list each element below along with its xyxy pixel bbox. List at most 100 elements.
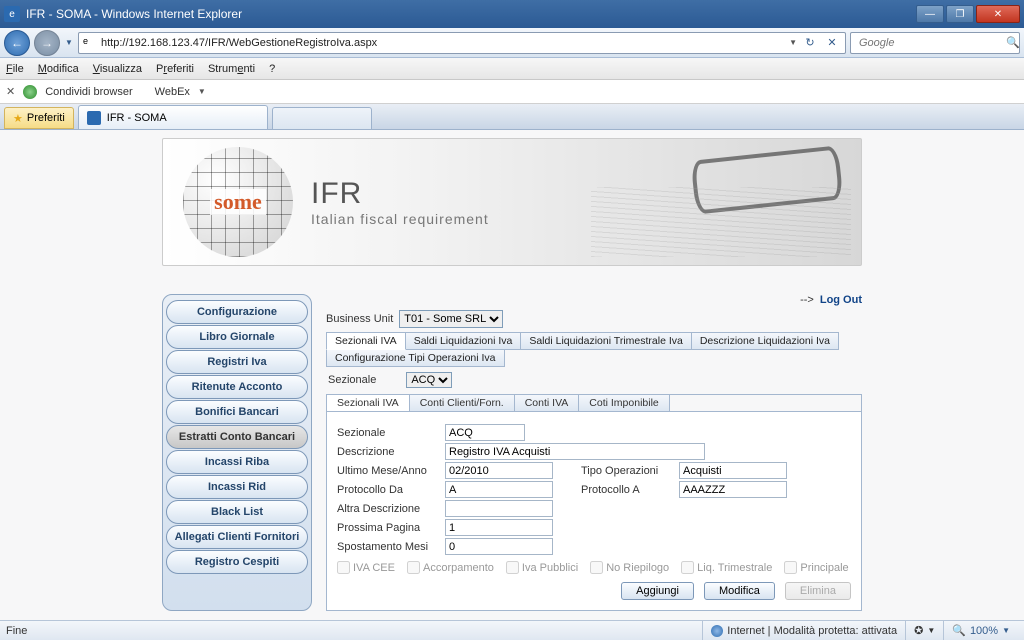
check-iva-cee[interactable]: IVA CEE: [337, 561, 395, 574]
tab-saldi-liquidazioni-trimestrale-iva[interactable]: Saldi Liquidazioni Trimestrale Iva: [520, 332, 692, 350]
status-left-text: Fine: [6, 625, 27, 637]
sidebar-item-incassi-rid[interactable]: Incassi Rid: [166, 475, 308, 499]
maximize-button[interactable]: ❐: [946, 5, 974, 23]
menu-visualizza[interactable]: Visualizza: [93, 63, 142, 75]
app-title: IFR: [311, 177, 489, 211]
tab-configurazione-tipi-operazioni-iva[interactable]: Configurazione Tipi Operazioni Iva: [326, 349, 505, 367]
protocollo-da-label: Protocollo Da: [337, 484, 445, 496]
share-label[interactable]: Condividi browser: [45, 86, 132, 98]
status-zoom[interactable]: 🔍 100% ▼: [943, 621, 1018, 640]
forward-button[interactable]: →: [34, 30, 60, 56]
menu-bar: FFileile Modifica Visualizza Preferiti S…: [0, 58, 1024, 80]
spostamento-mesi-label: Spostamento Mesi: [337, 541, 445, 553]
menu-file[interactable]: FFileile: [6, 63, 24, 75]
sidebar-item-incassi-riba[interactable]: Incassi Riba: [166, 450, 308, 474]
aggiungi-button[interactable]: Aggiungi: [621, 582, 694, 600]
new-tab-button[interactable]: [272, 107, 372, 129]
protocollo-da-input[interactable]: [445, 481, 553, 498]
menu-preferiti[interactable]: Preferiti: [156, 63, 194, 75]
ie-icon: e: [4, 6, 20, 22]
minimize-button[interactable]: —: [916, 5, 944, 23]
sidebar-item-registri-iva[interactable]: Registri Iva: [166, 350, 308, 374]
tab-descrizione-liquidazioni-iva[interactable]: Descrizione Liquidazioni Iva: [691, 332, 839, 350]
subtab-conti-iva[interactable]: Conti IVA: [515, 395, 580, 411]
spostamento-mesi-input[interactable]: [445, 538, 553, 555]
main-tabbar: Sezionali IVA Saldi Liquidazioni Iva Sal…: [326, 332, 862, 366]
check-principale[interactable]: Principale: [784, 561, 848, 574]
check-accorpamento[interactable]: Accorpamento: [407, 561, 494, 574]
sidebar-item-allegati-clienti-fornitori[interactable]: Allegati Clienti Fornitori: [166, 525, 308, 549]
refresh-icon[interactable]: ↻: [801, 36, 819, 49]
url-dropdown-icon[interactable]: ▼: [789, 38, 797, 47]
page-viewport: some IFR Italian fiscal requirement Conf…: [0, 130, 1024, 620]
menu-help[interactable]: ?: [269, 63, 275, 75]
search-box[interactable]: 🔍: [850, 32, 1020, 54]
sidebar-item-registro-cespiti[interactable]: Registro Cespiti: [166, 550, 308, 574]
check-no-riepilogo[interactable]: No Riepilogo: [590, 561, 669, 574]
nav-history-dropdown[interactable]: ▼: [64, 33, 74, 53]
page-favicon: e: [83, 36, 97, 50]
sezionale-filter-select[interactable]: ACQ: [406, 372, 452, 388]
sidebar-item-libro-giornale[interactable]: Libro Giornale: [166, 325, 308, 349]
protected-mode-off-icon: ✪: [914, 624, 923, 637]
address-bar[interactable]: e ▼ ↻ ✕: [78, 32, 846, 54]
close-button[interactable]: ✕: [976, 5, 1020, 23]
logout-arrow: -->: [800, 294, 814, 306]
brand-globe-icon: some: [183, 147, 293, 257]
protocollo-a-input[interactable]: [679, 481, 787, 498]
descrizione-label: Descrizione: [337, 446, 445, 458]
sidebar-item-estratti-conto-bancari[interactable]: Estratti Conto Bancari: [166, 425, 308, 449]
tipo-operazioni-label: Tipo Operazioni: [581, 465, 679, 477]
star-icon: ★: [13, 112, 23, 125]
check-iva-pubblici[interactable]: Iva Pubblici: [506, 561, 578, 574]
altra-descrizione-input[interactable]: [445, 500, 553, 517]
subtab-conti-clienti-forn[interactable]: Conti Clienti/Forn.: [410, 395, 515, 411]
ultimo-mese-anno-input[interactable]: [445, 462, 553, 479]
window-title: IFR - SOMA - Windows Internet Explorer: [26, 7, 916, 21]
favorites-button[interactable]: ★ Preferiti: [4, 107, 74, 129]
internet-zone-icon: [711, 625, 723, 637]
modifica-button[interactable]: Modifica: [704, 582, 775, 600]
share-app-dropdown-icon[interactable]: ▼: [198, 87, 206, 96]
business-unit-select[interactable]: T01 - Some SRL: [399, 310, 503, 328]
stop-icon[interactable]: ✕: [823, 36, 841, 49]
elimina-button: Elimina: [785, 582, 851, 600]
menu-modifica[interactable]: Modifica: [38, 63, 79, 75]
prossima-pagina-label: Prossima Pagina: [337, 522, 445, 534]
tab-sezionali-iva[interactable]: Sezionali IVA: [326, 332, 406, 350]
prossima-pagina-input[interactable]: [445, 519, 553, 536]
status-protected-mode-toggle[interactable]: ✪ ▼: [905, 621, 943, 640]
sezionale-label: Sezionale: [337, 427, 445, 439]
zoom-value: 100%: [970, 625, 998, 637]
status-zone[interactable]: Internet | Modalità protetta: attivata: [702, 621, 905, 640]
subtab-coti-imponibile[interactable]: Coti Imponibile: [579, 395, 669, 411]
search-go-icon[interactable]: 🔍: [1006, 36, 1020, 49]
protocollo-a-label: Protocollo A: [581, 484, 679, 496]
sidebar-item-black-list[interactable]: Black List: [166, 500, 308, 524]
brand-name: some: [210, 189, 266, 215]
descrizione-input[interactable]: [445, 443, 705, 460]
page-tab[interactable]: IFR - SOMA: [78, 105, 268, 129]
tab-saldi-liquidazioni-iva[interactable]: Saldi Liquidazioni Iva: [405, 332, 522, 350]
banner-decoration: [591, 147, 851, 257]
sidebar-item-configurazione[interactable]: Configurazione: [166, 300, 308, 324]
app-banner: some IFR Italian fiscal requirement: [162, 138, 862, 266]
webex-sharebar: ✕ Condividi browser WebEx ▼: [0, 80, 1024, 104]
sidebar-item-ritenute-acconto[interactable]: Ritenute Acconto: [166, 375, 308, 399]
altra-descrizione-label: Altra Descrizione: [337, 503, 445, 515]
sezionale-input[interactable]: [445, 424, 525, 441]
share-globe-icon: [23, 85, 37, 99]
sharebar-close-icon[interactable]: ✕: [6, 85, 15, 98]
url-input[interactable]: [101, 37, 785, 49]
content-panel: --> Log Out Business Unit T01 - Some SRL…: [326, 294, 862, 611]
back-button[interactable]: ←: [4, 30, 30, 56]
sidebar-item-bonifici-bancari[interactable]: Bonifici Bancari: [166, 400, 308, 424]
check-liq-trimestrale[interactable]: Liq. Trimestrale: [681, 561, 772, 574]
share-app-label[interactable]: WebEx: [155, 86, 190, 98]
menu-strumenti[interactable]: Strumenti: [208, 63, 255, 75]
subtab-sezionali-iva[interactable]: Sezionali IVA: [327, 395, 410, 411]
app-subtitle: Italian fiscal requirement: [311, 211, 489, 227]
logout-link[interactable]: Log Out: [820, 294, 862, 306]
search-input[interactable]: [859, 37, 1002, 49]
tipo-operazioni-input[interactable]: [679, 462, 787, 479]
